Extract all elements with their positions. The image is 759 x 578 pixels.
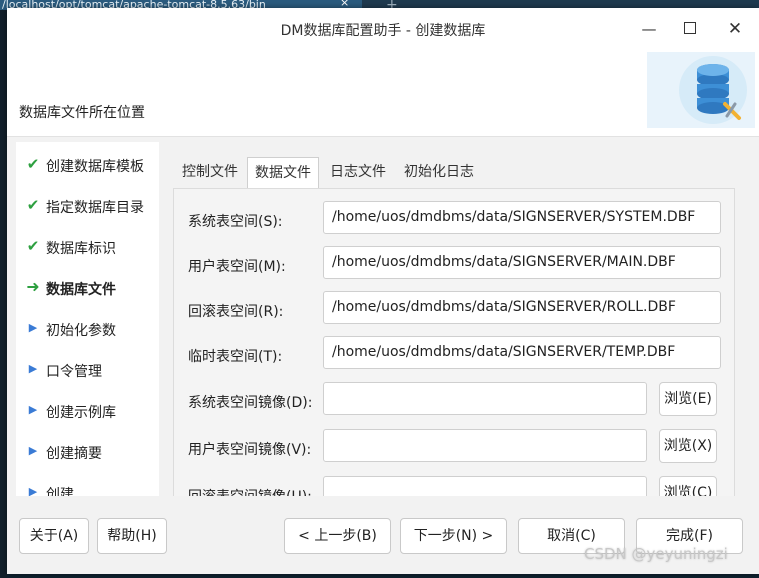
browse-rollback-mirror-button[interactable]: 浏览(C) xyxy=(659,476,717,496)
browse-system-mirror-button[interactable]: 浏览(E) xyxy=(659,382,717,416)
system-tablespace-mirror-label: 系统表空间镜像(D): xyxy=(188,395,313,411)
user-tablespace-input[interactable]: /home/uos/dmdbms/data/SIGNSERVER/MAIN.DB… xyxy=(323,246,721,279)
step-label: 指定数据库目录 xyxy=(46,200,144,216)
rollback-tablespace-mirror-input[interactable] xyxy=(323,476,647,496)
triangle-right-icon: ▶ xyxy=(28,321,38,334)
step-label: 口令管理 xyxy=(46,364,102,380)
step-label: 数据库标识 xyxy=(46,241,116,257)
terminal-background xyxy=(0,10,7,578)
step-item: ✔ 指定数据库目录 xyxy=(16,191,159,221)
minimize-button[interactable]: — xyxy=(637,18,661,40)
next-button[interactable]: 下一步(N) > xyxy=(400,518,507,554)
rollback-tablespace-label: 回滚表空间(R): xyxy=(188,304,284,320)
browse-user-mirror-button[interactable]: 浏览(X) xyxy=(659,429,717,463)
data-file-form: 系统表空间(S): /home/uos/dmdbms/data/SIGNSERV… xyxy=(173,188,735,496)
maximize-icon xyxy=(684,22,696,34)
vertical-scrollbar[interactable] xyxy=(737,192,741,492)
step-item: ▶ 创建摘要 xyxy=(16,437,159,467)
page-header: 数据库文件所在位置 xyxy=(7,50,759,137)
user-tablespace-mirror-label: 用户表空间镜像(V): xyxy=(188,442,312,458)
check-icon: ✔ xyxy=(26,237,40,255)
step-label: 初始化参数 xyxy=(46,323,116,339)
step-item-current: ➜ 数据库文件 xyxy=(16,273,159,303)
title-bar: DM数据库配置助手 - 创建数据库 — ✕ xyxy=(7,8,759,50)
terminal-tab-close-icon[interactable]: × xyxy=(340,0,349,8)
user-tablespace-label: 用户表空间(M): xyxy=(188,259,286,275)
step-item: ✔ 创建数据库模板 xyxy=(16,150,159,180)
prev-button[interactable]: < 上一步(B) xyxy=(284,518,391,554)
maximize-button[interactable] xyxy=(678,18,702,40)
rollback-tablespace-input[interactable]: /home/uos/dmdbms/data/SIGNSERVER/ROLL.DB… xyxy=(323,291,721,324)
tab-init-log[interactable]: 初始化日志 xyxy=(399,157,479,187)
rollback-tablespace-mirror-label: 回滚表空间镜像(U): xyxy=(188,486,312,496)
tab-data-file[interactable]: 数据文件 xyxy=(247,157,319,188)
dm-config-dialog: DM数据库配置助手 - 创建数据库 — ✕ 数据库文件所在位置 ✔ 创建数据库模… xyxy=(7,8,759,574)
triangle-right-icon: ▶ xyxy=(28,362,38,375)
page-title: 数据库文件所在位置 xyxy=(19,105,145,121)
triangle-right-icon: ▶ xyxy=(28,444,38,457)
check-icon: ✔ xyxy=(26,155,40,173)
triangle-right-icon: ▶ xyxy=(28,403,38,416)
tab-log-file[interactable]: 日志文件 xyxy=(325,157,391,187)
database-logo-icon xyxy=(647,52,755,128)
step-label: 创建摘要 xyxy=(46,446,102,462)
arrow-right-icon: ➜ xyxy=(26,277,40,296)
about-button[interactable]: 关于(A) xyxy=(19,518,89,554)
step-label: 数据库文件 xyxy=(46,282,116,298)
wizard-steps: ✔ 创建数据库模板 ✔ 指定数据库目录 ✔ 数据库标识 ➜ 数据库文件 ▶ 初始… xyxy=(16,142,159,496)
step-item: ▶ 创建示例库 xyxy=(16,396,159,426)
help-button[interactable]: 帮助(H) xyxy=(97,518,167,554)
step-item: ▶ 创建 xyxy=(16,478,159,496)
system-tablespace-mirror-input[interactable] xyxy=(323,382,647,415)
system-tablespace-label: 系统表空间(S): xyxy=(188,214,283,230)
user-tablespace-mirror-input[interactable] xyxy=(323,429,647,462)
temp-tablespace-input[interactable]: /home/uos/dmdbms/data/SIGNSERVER/TEMP.DB… xyxy=(323,336,721,369)
check-icon: ✔ xyxy=(26,196,40,214)
step-label: 创建示例库 xyxy=(46,405,116,421)
step-item: ▶ 口令管理 xyxy=(16,355,159,385)
step-item: ✔ 数据库标识 xyxy=(16,232,159,262)
file-panel: 控制文件 数据文件 日志文件 初始化日志 系统表空间(S): /home/uos… xyxy=(165,142,755,496)
step-label: 创建 xyxy=(46,487,74,496)
temp-tablespace-label: 临时表空间(T): xyxy=(188,349,283,365)
close-button[interactable]: ✕ xyxy=(723,18,747,40)
system-tablespace-input[interactable]: /home/uos/dmdbms/data/SIGNSERVER/SYSTEM.… xyxy=(323,201,721,234)
triangle-right-icon: ▶ xyxy=(28,485,38,496)
step-item: ▶ 初始化参数 xyxy=(16,314,159,344)
step-label: 创建数据库模板 xyxy=(46,159,144,175)
watermark: CSDN @yeyuningzi xyxy=(584,545,728,563)
tab-control-file[interactable]: 控制文件 xyxy=(177,157,243,187)
